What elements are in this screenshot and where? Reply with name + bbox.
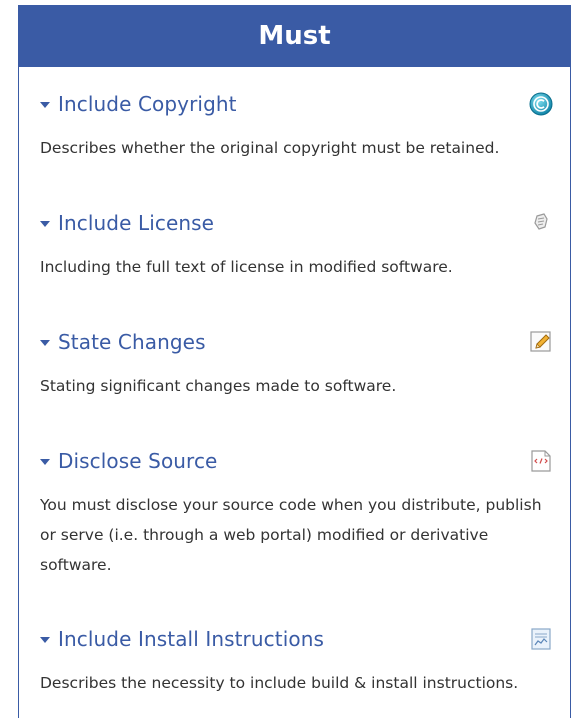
code-file-icon xyxy=(531,450,551,472)
item-title[interactable]: Include Install Instructions xyxy=(58,627,324,651)
item-description: You must disclose your source code when … xyxy=(40,496,542,574)
caret-down-icon[interactable] xyxy=(40,220,50,227)
item-description: Including the full text of license in mo… xyxy=(40,258,453,276)
item-title[interactable]: Include License xyxy=(58,211,214,235)
list-item-include-license: Include License Including the full text … xyxy=(19,206,570,282)
caret-down-icon[interactable] xyxy=(40,101,50,108)
item-description: Stating significant changes made to soft… xyxy=(40,377,397,395)
item-title[interactable]: Disclose Source xyxy=(58,449,217,473)
list-item-include-copyright: Include Copyright Describes whether the … xyxy=(19,87,570,163)
must-panel: Must Include Copyright Describes whether… xyxy=(18,5,571,718)
pencil-icon xyxy=(530,331,551,352)
copyright-icon xyxy=(529,92,553,116)
caret-down-icon[interactable] xyxy=(40,339,50,346)
item-description: Describes the necessity to include build… xyxy=(40,674,519,692)
item-toggle-disclose-source[interactable]: Disclose Source xyxy=(19,444,570,478)
list-item-include-install-instructions: Include Install Instructions Describes t… xyxy=(19,622,570,698)
item-title[interactable]: Include Copyright xyxy=(58,92,237,116)
item-toggle-include-install-instructions[interactable]: Include Install Instructions xyxy=(19,622,570,656)
item-toggle-include-copyright[interactable]: Include Copyright xyxy=(19,87,570,121)
caret-down-icon[interactable] xyxy=(40,458,50,465)
item-description: Describes whether the original copyright… xyxy=(40,139,500,157)
panel-header: Must xyxy=(19,5,570,67)
list-item-state-changes: State Changes Stating significant change… xyxy=(19,325,570,401)
item-title[interactable]: State Changes xyxy=(58,330,206,354)
license-icon xyxy=(534,213,548,230)
install-doc-icon xyxy=(531,628,551,650)
caret-down-icon[interactable] xyxy=(40,636,50,643)
list-item-disclose-source: Disclose Source You must disclose your s… xyxy=(19,444,570,580)
item-toggle-include-license[interactable]: Include License xyxy=(19,206,570,240)
item-toggle-state-changes[interactable]: State Changes xyxy=(19,325,570,359)
panel-title: Must xyxy=(258,21,331,51)
